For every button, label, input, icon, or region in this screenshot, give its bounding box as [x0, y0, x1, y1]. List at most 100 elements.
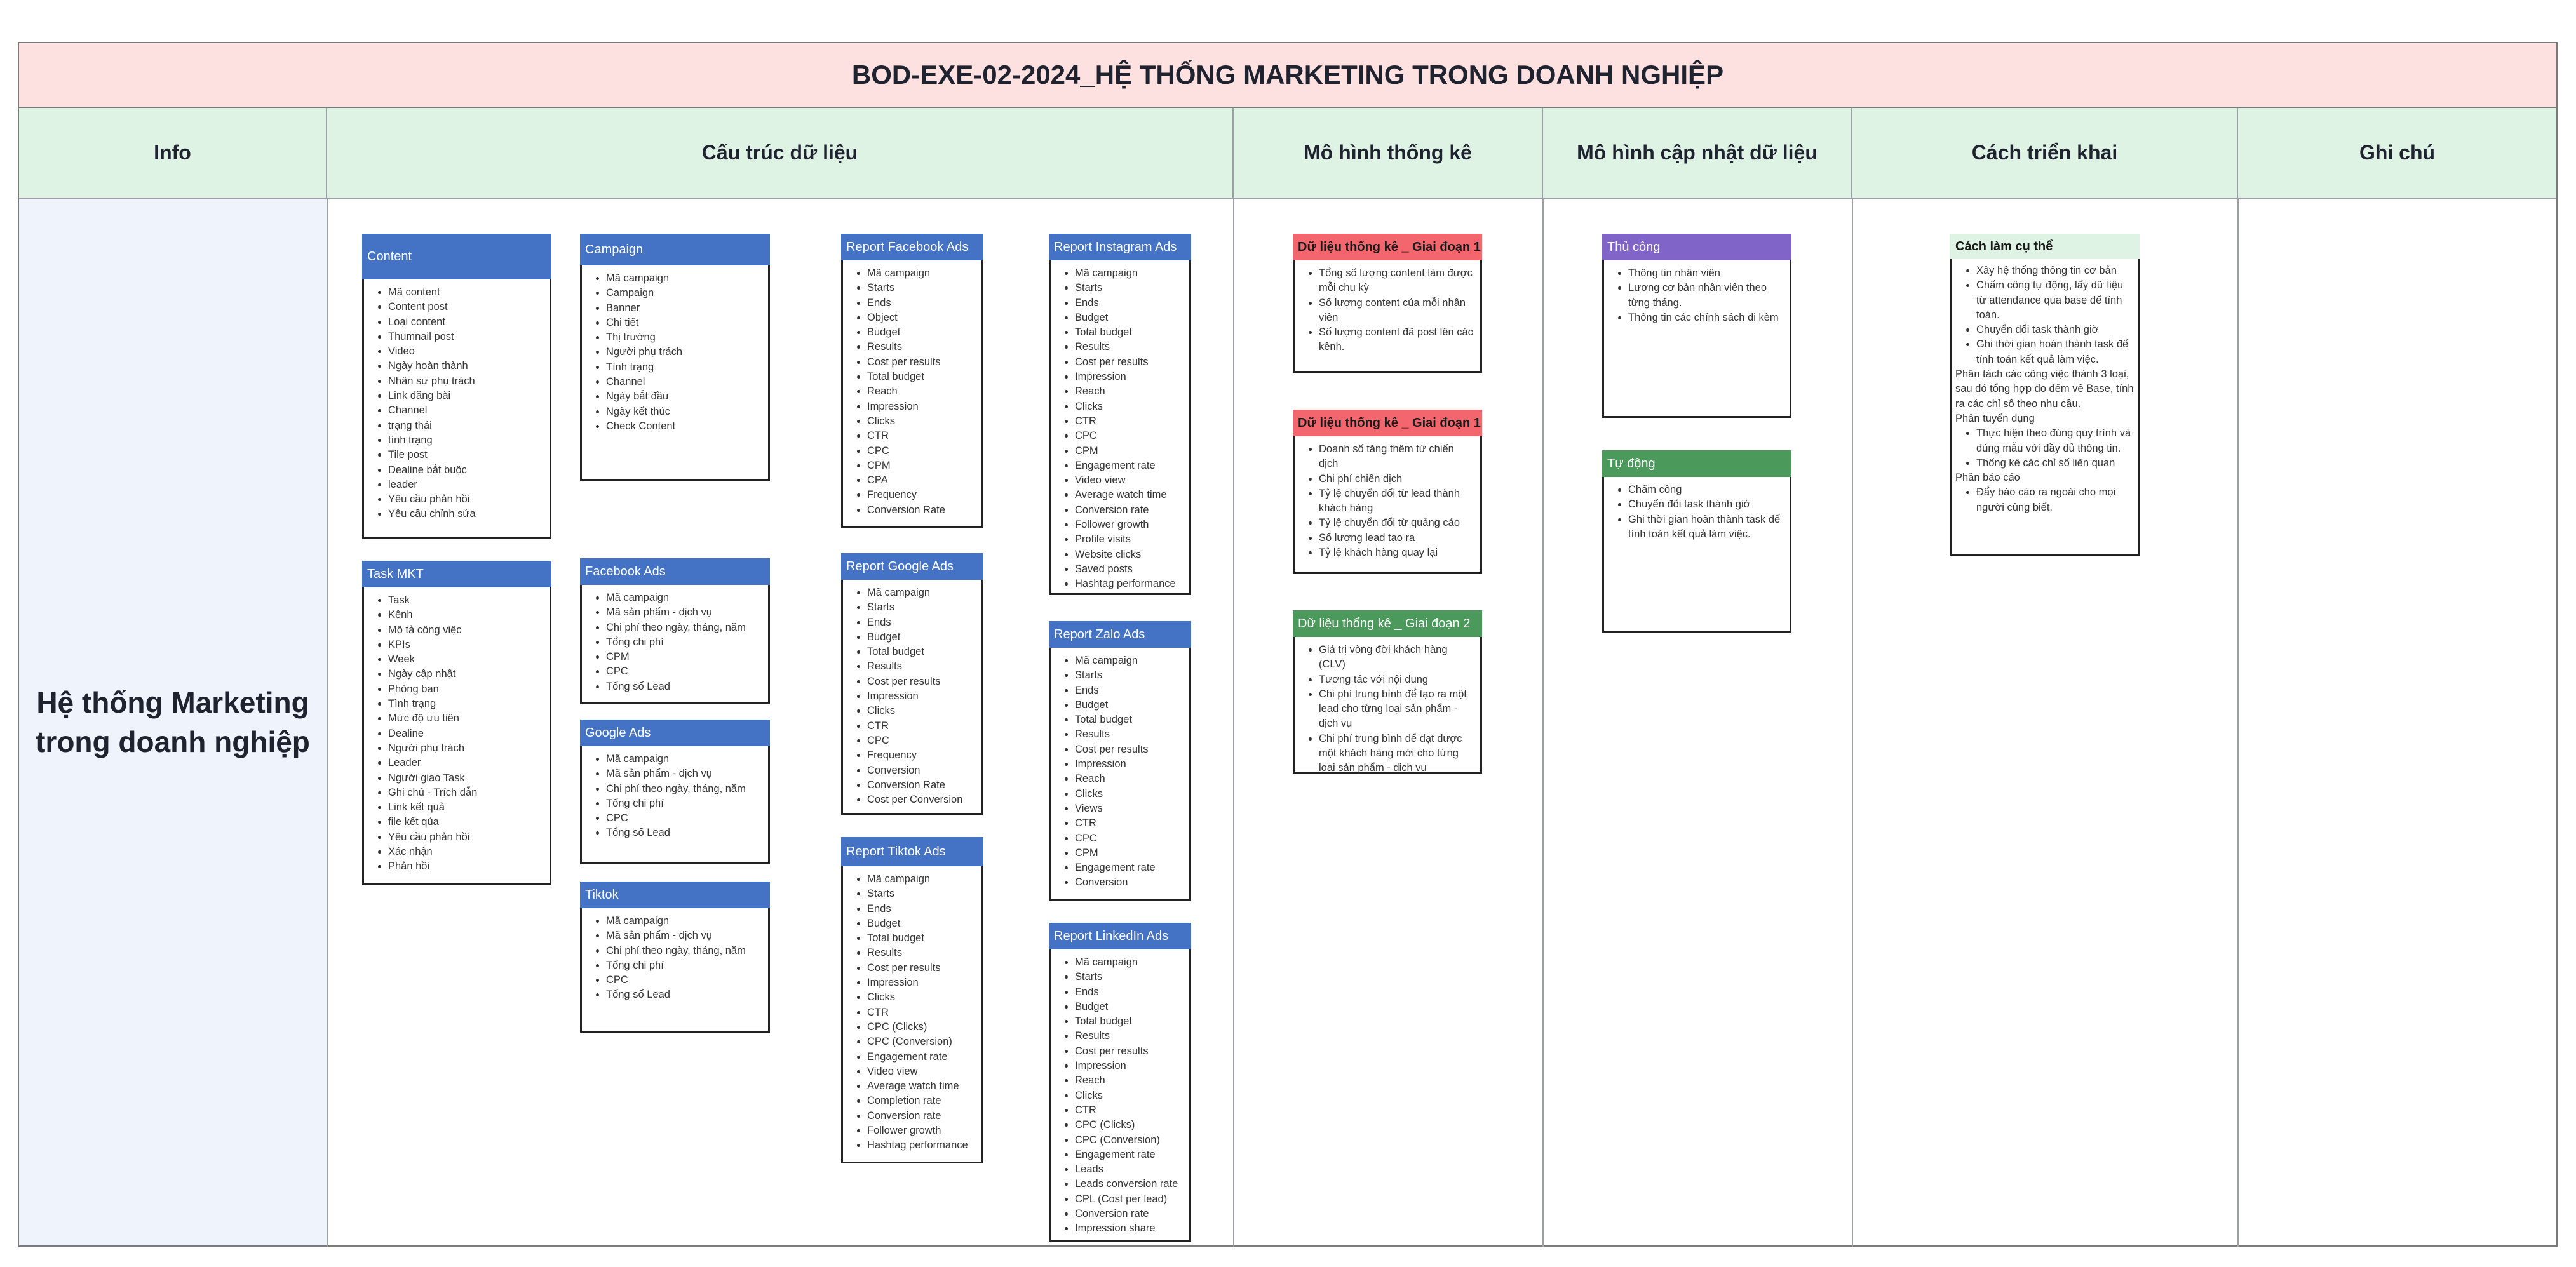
- header-info: Info: [19, 108, 327, 199]
- list-item: CPC: [606, 664, 763, 679]
- card-header: Google Ads: [580, 720, 770, 746]
- card-title: Tiktok: [585, 887, 619, 902]
- list-item: Đẩy báo cáo ra ngoài cho mọi người cùng …: [1976, 485, 2133, 515]
- card-header: Report LinkedIn Ads: [1049, 923, 1191, 949]
- list-item: Cost per Conversion: [867, 793, 976, 807]
- card-header: Facebook Ads: [580, 558, 770, 585]
- list-item: CTR: [1075, 414, 1184, 429]
- list-item: Người phụ trách: [606, 345, 763, 359]
- list-item: Xác nhận: [388, 845, 544, 859]
- list-item: CPC (Conversion): [1075, 1133, 1184, 1148]
- list-item: Ends: [867, 902, 976, 916]
- list-item: Tương tác với nội dung: [1319, 673, 1475, 687]
- list-item: Nhân sự phụ trách: [388, 374, 544, 389]
- list-item: Link đăng bài: [388, 389, 544, 403]
- list-item: Giá trị vòng đời khách hàng (CLV): [1319, 643, 1475, 673]
- list-item: Ghi thời gian hoàn thành task để tính to…: [1628, 513, 1784, 542]
- card-list: Mã campaignStartsEndsObjectBudgetResults…: [843, 266, 981, 518]
- list-item: Cost per results: [1075, 1044, 1184, 1059]
- list-item: Chi tiết: [606, 316, 763, 330]
- list-item: Engagement rate: [867, 1050, 976, 1064]
- list-item: Số lượng content đã post lên các kênh.: [1319, 325, 1475, 355]
- header-update-label: Mô hình cập nhật dữ liệu: [1577, 141, 1817, 164]
- list-item: Doanh số tăng thêm từ chiến dịch: [1319, 442, 1475, 472]
- card-list: Mã campaignStartsEndsBudgetTotal budgetR…: [1051, 654, 1189, 890]
- card-header: Dữ liệu thống kê _ Giai đoạn 1: [1293, 410, 1482, 436]
- list-item: Clicks: [867, 414, 976, 429]
- list-item: Chi phí theo ngày, tháng, năm: [606, 782, 763, 796]
- deploy-list-3: Đẩy báo cáo ra ngoài cho mọi người cùng …: [1952, 485, 2138, 515]
- list-item: CPL (Cost per lead): [1075, 1192, 1184, 1207]
- list-item: Mã sản phẩm - dịch vụ: [606, 928, 763, 943]
- list-item: Budget: [1075, 698, 1184, 713]
- column-divider: [1852, 199, 1853, 1247]
- card-title: Report LinkedIn Ads: [1054, 928, 1169, 943]
- list-item: Week: [388, 652, 544, 667]
- card-title: Report Google Ads: [846, 559, 954, 573]
- list-item: KPIs: [388, 638, 544, 652]
- list-item: Conversion rate: [867, 1109, 976, 1123]
- list-item: Kênh: [388, 608, 544, 622]
- card-body: Mã campaignMã sản phẩm - dịch vụChi phí …: [582, 588, 768, 694]
- card-body: TaskKênhMô tả công việcKPIsWeekNgày cập …: [364, 591, 550, 875]
- list-item: Người giao Task: [388, 771, 544, 786]
- list-item: Website clicks: [1075, 547, 1184, 562]
- card-google-ads: Google Ads Mã campaignMã sản phẩm - dịch …: [580, 720, 770, 864]
- list-item: Mã campaign: [1075, 266, 1184, 281]
- list-item: Phản hồi: [388, 859, 544, 874]
- list-item: Ngày cập nhật: [388, 667, 544, 681]
- list-item: Ngày hoàn thành: [388, 359, 544, 373]
- list-item: Mã campaign: [867, 266, 976, 281]
- list-item: Ghi chú - Trích dẫn: [388, 786, 544, 800]
- card-campaign: CampaignMã campaignCampaignBannerChi tiế…: [580, 234, 770, 481]
- list-item: Follower growth: [1075, 518, 1184, 532]
- list-item: Conversion Rate: [867, 503, 976, 518]
- list-item: Channel: [606, 375, 763, 389]
- deploy-paragraph-3: Phần báo cáo: [1955, 472, 2020, 484]
- list-item: Engagement rate: [1075, 1148, 1184, 1162]
- card-header: Report Google Ads: [841, 553, 983, 580]
- list-item: Link kết quả: [388, 800, 544, 815]
- list-item: Conversion rate: [1075, 1207, 1184, 1221]
- list-item: Thị trường: [606, 330, 763, 345]
- list-item: Ghi thời gian hoàn thành task để tính to…: [1976, 337, 2133, 367]
- card-header: Campaign: [580, 234, 770, 265]
- card-list: Mã campaignStartsEndsBudgetTotal budgetR…: [1051, 955, 1189, 1237]
- card-title: Report Instagram Ads: [1054, 239, 1177, 254]
- list-item: Số lượng lead tạo ra: [1319, 531, 1475, 546]
- card-report-tiktok-ads: Report Tiktok Ads Mã campaignStartsEndsBu…: [841, 837, 983, 1163]
- list-item: Results: [1075, 727, 1184, 742]
- list-item: Results: [1075, 340, 1184, 354]
- list-item: CTR: [867, 429, 976, 443]
- list-item: Mã campaign: [1075, 654, 1184, 668]
- list-item: Average watch time: [1075, 488, 1184, 502]
- list-item: CPM: [606, 650, 763, 664]
- list-item: Yêu cầu phản hồi: [388, 492, 544, 507]
- list-item: Mã campaign: [606, 914, 763, 928]
- card-list: Mã campaignMã sản phẩm - dịch vụChi phí …: [582, 752, 768, 841]
- card-body: Mã campaignStartsEndsBudgetTotal budgetR…: [843, 869, 981, 1153]
- deploy-paragraph-2: Phân tuyển dụng: [1955, 412, 2035, 424]
- card-body: Mã campaignStartsEndsObjectBudgetResults…: [843, 264, 981, 518]
- list-item: Clicks: [1075, 787, 1184, 801]
- list-item: Completion rate: [867, 1094, 976, 1108]
- list-item: CPC: [606, 811, 763, 826]
- card-header: Tiktok: [580, 882, 770, 908]
- list-item: Starts: [867, 887, 976, 901]
- list-item: Ends: [867, 615, 976, 630]
- list-item: Video view: [867, 1064, 976, 1079]
- list-item: Ends: [1075, 683, 1184, 698]
- card-manual: Thủ công Thông tin nhân viênLương cơ bản …: [1602, 234, 1791, 418]
- header-structure-label: Cấu trúc dữ liệu: [701, 141, 858, 164]
- card-header: Dữ liệu thống kê _ Giai đoạn 1: [1293, 234, 1482, 260]
- list-item: CPC: [1075, 831, 1184, 846]
- list-item: Total budget: [867, 645, 976, 659]
- list-item: Check Content: [606, 419, 763, 434]
- card-title: Tự động: [1607, 456, 1656, 471]
- list-item: Budget: [867, 325, 976, 340]
- list-item: Mã campaign: [606, 271, 763, 286]
- list-item: CPC: [1075, 429, 1184, 443]
- card-body: Mã campaignStartsEndsBudgetTotal budgetR…: [1051, 953, 1189, 1237]
- list-item: Tile post: [388, 448, 544, 462]
- card-report-google-ads: Report Google Ads Mã campaignStartsEndsBu…: [841, 553, 983, 815]
